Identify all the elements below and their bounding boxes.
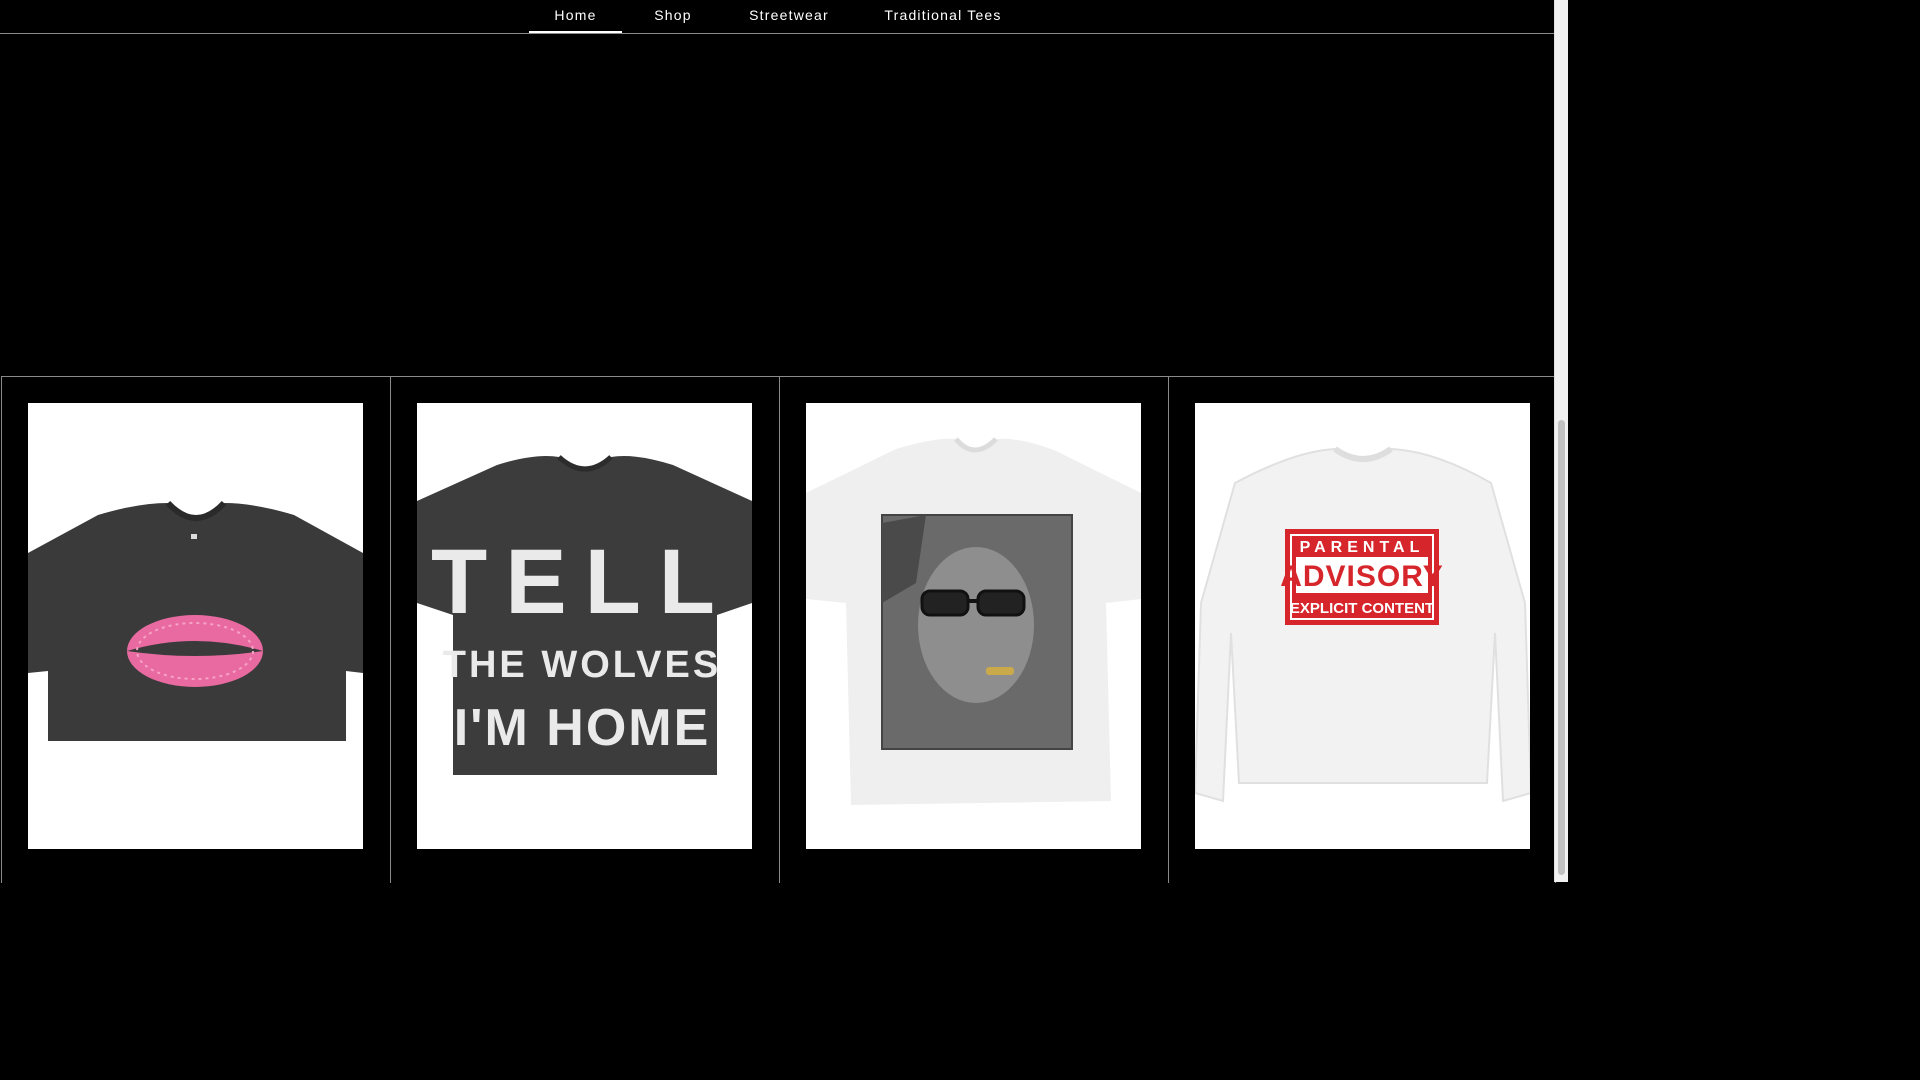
- scrollbar-thumb[interactable]: [1558, 420, 1565, 875]
- nav-streetwear[interactable]: Streetwear: [738, 0, 840, 31]
- nav-shop[interactable]: Shop: [640, 0, 706, 31]
- product-image-tell-the-wolves-tee[interactable]: TELL THE WOLVES I'M HOME: [417, 403, 752, 849]
- print-line-3: I'M HOME: [454, 699, 711, 757]
- print-line-2: THE WOLVES: [443, 644, 721, 686]
- print-advisory-bottom: EXPLICIT CONTENT: [1290, 600, 1434, 617]
- print-advisory-top: PARENTAL: [1300, 539, 1425, 556]
- product-card[interactable]: TELL THE WOLVES I'M HOME: [390, 377, 779, 883]
- print-line-1: TELL: [431, 531, 733, 633]
- top-nav: Home Shop Streetwear Traditional Tees: [0, 0, 1555, 34]
- product-grid: TELL THE WOLVES I'M HOME PARENTAL ADVISO…: [1, 376, 1556, 883]
- print-advisory-main: ADVISORY: [1280, 560, 1444, 593]
- product-card[interactable]: [1, 377, 390, 883]
- product-image-lips-crop-tee[interactable]: [28, 403, 363, 849]
- product-card[interactable]: PARENTAL ADVISORY EXPLICIT CONTENT: [1168, 377, 1556, 883]
- product-image-portrait-tee[interactable]: [806, 403, 1141, 849]
- page-scrollbar[interactable]: [1554, 0, 1568, 882]
- nav-home[interactable]: Home: [529, 0, 622, 33]
- product-image-advisory-sweatshirt[interactable]: PARENTAL ADVISORY EXPLICIT CONTENT: [1195, 403, 1530, 849]
- hero-banner: [0, 34, 1555, 376]
- product-card[interactable]: [779, 377, 1168, 883]
- nav-traditional-tees[interactable]: Traditional Tees: [872, 0, 1014, 31]
